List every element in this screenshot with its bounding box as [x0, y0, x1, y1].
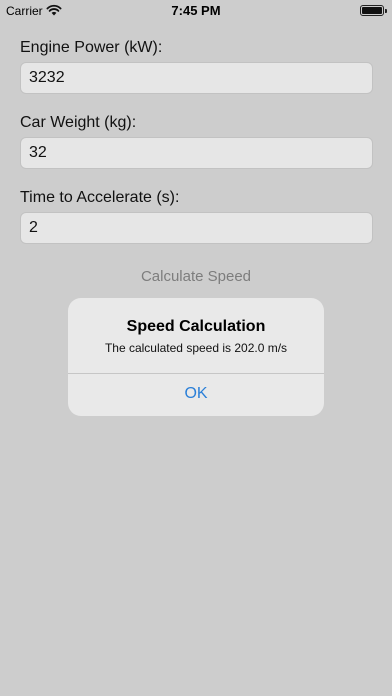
alert-ok-button[interactable]: OK [68, 374, 324, 416]
battery-tip [385, 9, 387, 13]
car-weight-label: Car Weight (kg): [20, 114, 137, 131]
app-screen: Carrier 7:45 PM Engine Power (kW): 3232 … [0, 0, 392, 696]
status-bar: Carrier 7:45 PM [0, 0, 392, 22]
speed-alert-dialog: Speed Calculation The calculated speed i… [68, 298, 324, 416]
battery-icon [360, 5, 387, 16]
time-to-accelerate-field[interactable]: 2 [20, 212, 373, 244]
status-time: 7:45 PM [171, 3, 221, 18]
calculate-speed-button[interactable]: Calculate Speed [0, 268, 392, 285]
battery-level [362, 7, 382, 14]
engine-power-label: Engine Power (kW): [20, 39, 163, 56]
car-weight-field[interactable]: 32 [20, 137, 373, 169]
alert-message: The calculated speed is 202.0 m/s [104, 341, 288, 355]
time-to-accelerate-label: Time to Accelerate (s): [20, 189, 180, 206]
engine-power-field[interactable]: 3232 [20, 62, 373, 94]
alert-title: Speed Calculation [126, 318, 266, 335]
